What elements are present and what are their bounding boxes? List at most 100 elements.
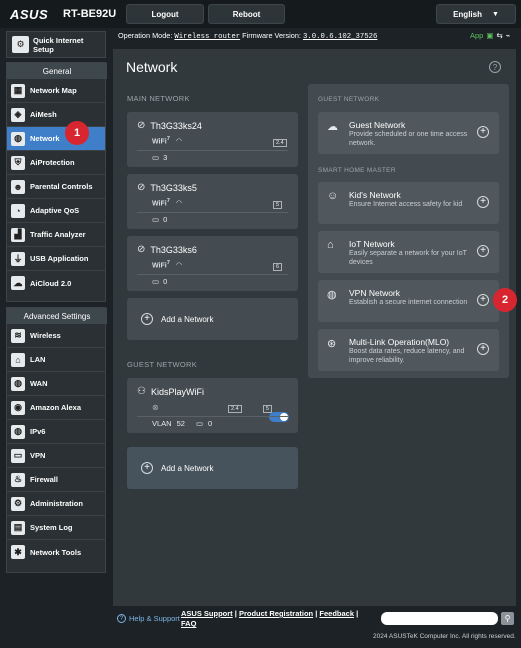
option-title: Multi-Link Operation(MLO) [349,337,450,347]
language-select[interactable]: English ▼ [436,4,516,24]
client-count: ▭ 0 [152,277,167,286]
menu-wireless[interactable]: ≋ Wireless [7,324,105,348]
add-mlo-icon[interactable]: + [477,343,489,355]
menu-label: Network [30,134,60,143]
iot-network-option[interactable]: ⌂ IoT Network Easily separate a network … [318,231,499,273]
menu-label: IPv6 [30,427,46,436]
vpn-network-option[interactable]: ◍ VPN Network Establish a secure interne… [318,280,499,322]
menu-label: System Log [30,523,73,532]
asus-logo[interactable]: ASUS [10,7,48,22]
search-button[interactable]: ⚲ [501,612,514,625]
quick-internet-setup[interactable]: ⚙ Quick Internet Setup [6,31,106,58]
feedback-link[interactable]: Feedback [319,609,354,618]
menu-parental-controls[interactable]: ☻ Parental Controls [7,175,105,199]
menu-amazon-alexa[interactable]: ◉ Amazon Alexa [7,396,105,420]
logout-button[interactable]: Logout [126,4,204,24]
menu-system-log[interactable]: ▤ System Log [7,516,105,540]
quick-setup-icon: ⚙ [12,36,29,53]
menu-label: WAN [30,379,48,388]
page-title: Network [126,59,178,75]
add-network-button[interactable]: + Add a Network [127,298,298,340]
menu-label: Amazon Alexa [30,403,81,412]
menu-traffic-analyzer[interactable]: ▟ Traffic Analyzer [7,223,105,247]
menu-network-map[interactable]: ▦ Network Map [7,79,105,103]
menu-network-tools[interactable]: ✱ Network Tools [7,540,105,564]
menu-aicloud[interactable]: ☁ AiCloud 2.0 [7,271,105,295]
kids-network-option[interactable]: ☺ Kid's Network Ensure Internet access s… [318,182,499,224]
help-question-icon[interactable]: ? [489,61,501,73]
add-guest-network-icon[interactable]: + [477,126,489,138]
menu-ipv6[interactable]: ◍ IPv6 [7,420,105,444]
log-icon: ▤ [11,520,25,535]
network-globe-icon: ◍ [11,131,25,146]
menu-aiprotection[interactable]: ⛨ AiProtection [7,151,105,175]
menu-firewall[interactable]: ♨ Firewall [7,468,105,492]
band-2g-icon: 2.4 [273,139,287,147]
usb-status-icon[interactable]: ⇆ [496,31,502,40]
devices-icon: ▭ [195,419,204,428]
wifi-badge: WiFi7 [152,198,170,207]
option-desc: Provide scheduled or one time access net… [349,131,468,147]
product-registration-link[interactable]: Product Registration [239,609,313,618]
guest-network-card[interactable]: ⚇ KidsPlayWiFi ⊗ 2.4 5 VLAN 52 ▭ 0 [127,378,298,433]
client-count: ▭ 0 [152,215,167,224]
divider [137,274,288,275]
guest-network-toggle[interactable] [269,412,289,422]
add-vpn-network-icon[interactable]: + [477,294,489,306]
advanced-header: Advanced Settings [7,308,107,324]
firmware-value[interactable]: 3.0.0.6.102_37526 [303,33,377,41]
menu-aimesh[interactable]: ◈ AiMesh [7,103,105,127]
divider [137,150,288,151]
add-iot-network-icon[interactable]: + [477,245,489,257]
network-card[interactable]: ⊘ Th3G33ks6 WiFi7 ◠ 6 ▭ 0 [127,236,298,291]
network-name: Th3G33ks6 [150,244,197,255]
guest-network-option[interactable]: ☁ Guest Network Provide scheduled or one… [318,112,499,154]
app-qr-icon[interactable]: ▣ [486,31,493,40]
flame-icon: ♨ [11,472,25,487]
vlan-label: VLAN [152,419,172,428]
chart-icon: ▟ [11,227,25,242]
chevron-down-icon: ▼ [491,10,499,18]
add-guest-network-button[interactable]: + Add a Network [127,447,298,489]
menu-adaptive-qos[interactable]: ◔ Adaptive QoS [7,199,105,223]
add-kids-network-icon[interactable]: + [477,196,489,208]
option-desc: Establish a secure internet connection [349,299,468,306]
quick-setup-label: Quick Internet Setup [33,35,84,54]
menu-administration[interactable]: ⚙ Administration [7,492,105,516]
status-icon[interactable]: ⌁ [506,31,511,40]
network-link-icon: ⊘ [137,182,146,193]
network-card[interactable]: ⊘ Th3G33ks5 WiFi7 ◠ 5 ▭ 0 [127,174,298,229]
network-name: Th3G33ks24 [150,120,202,131]
menu-network[interactable]: ◍ Network [7,127,105,151]
devices-icon: ▭ [152,277,160,286]
annotation-badge-1: 1 [65,121,89,145]
menu-label: Wireless [30,331,61,340]
band-5g-icon: 5 [273,201,283,209]
reboot-button[interactable]: Reboot [208,4,285,24]
general-menu: General ▦ Network Map ◈ AiMesh ◍ Network… [6,62,107,302]
devices-icon: ▭ [152,153,160,162]
faq-link[interactable]: FAQ [181,619,196,628]
search-input[interactable] [381,612,498,625]
operation-info: Operation Mode: Wireless router Firmware… [118,31,377,41]
footer-links: ASUS Support | Product Registration | Fe… [181,609,359,628]
mlo-option[interactable]: ⊛ Multi-Link Operation(MLO) Boost data r… [318,329,499,371]
help-support-link[interactable]: ? Help & Support [117,614,180,623]
menu-usb-application[interactable]: ⏚ USB Application [7,247,105,271]
menu-label: Firewall [30,475,58,484]
menu-vpn[interactable]: ▭ VPN [7,444,105,468]
app-label[interactable]: App [470,31,483,40]
network-card[interactable]: ⊘ Th3G33ks24 WiFi7 ◠ 2.4 ▭ 3 [127,112,298,167]
main-network-label: MAIN NETWORK [127,94,190,103]
help-support-label: Help & Support [129,614,180,623]
menu-lan[interactable]: ⌂ LAN [7,348,105,372]
operation-mode-value[interactable]: Wireless router [174,33,240,41]
network-header: ⊘ Th3G33ks6 [137,244,197,255]
alexa-icon: ◉ [11,400,25,415]
menu-wan[interactable]: ◍ WAN [7,372,105,396]
network-bands: WiFi7 ◠ [152,260,182,269]
usb-icon: ⏚ [11,251,25,266]
asus-support-link[interactable]: ASUS Support [181,609,233,618]
band-2g-icon: 2.4 [228,405,242,413]
wifi-label: WiFi [152,200,167,208]
